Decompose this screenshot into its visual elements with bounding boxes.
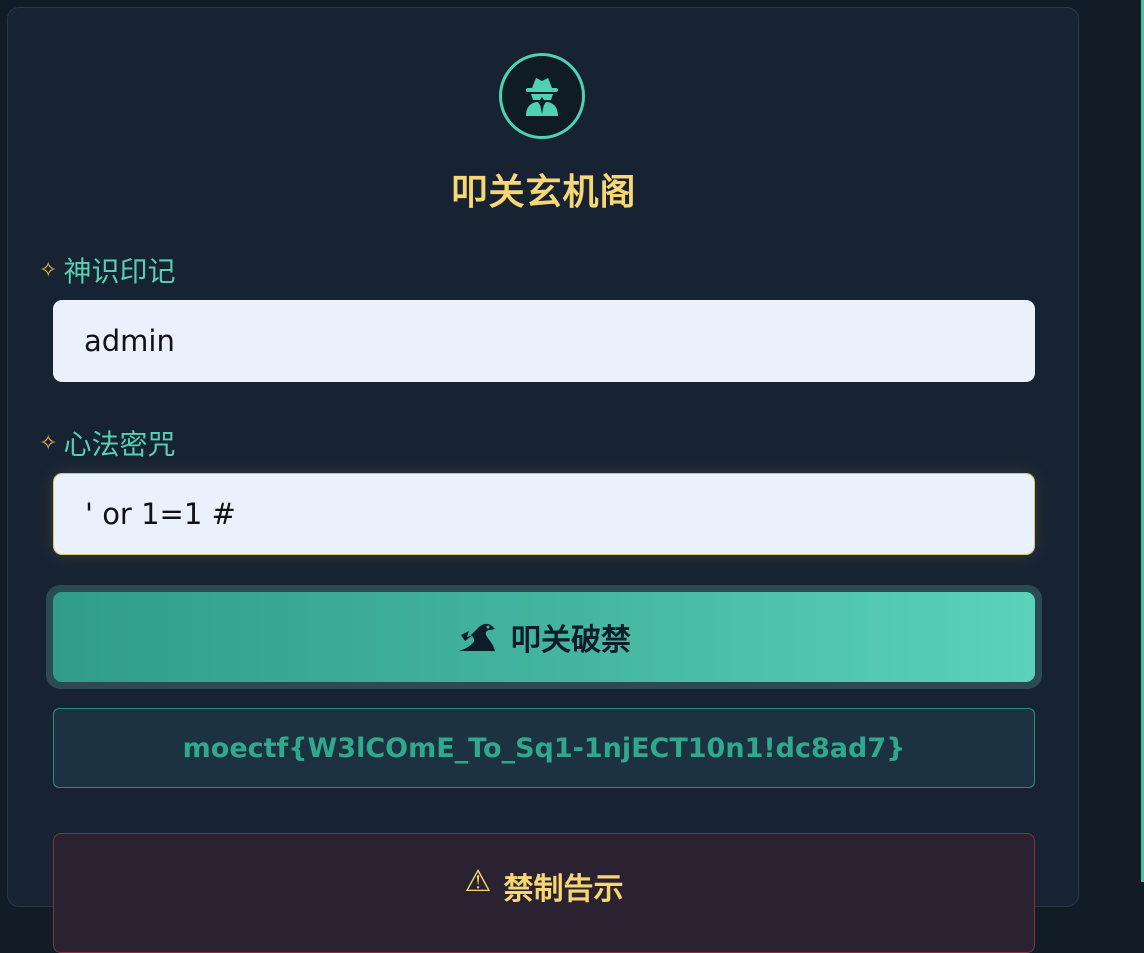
submit-button-ring: 叩关破禁 [46, 585, 1042, 689]
username-field[interactable]: admin [53, 300, 1035, 382]
password-field[interactable]: ' or 1=1 # [53, 473, 1035, 555]
warning-icon: ⚠ [464, 864, 492, 899]
username-label: ✧ 神识印记 [39, 250, 175, 290]
result-message: moectf{W3lCOmE_To_Sq1-1njECT10n1!dc8ad7} [53, 708, 1035, 788]
login-panel: 叩关玄机阁 ✧ 神识印记 admin ✧ 心法密咒 ' or 1=1 # 叩关破… [7, 7, 1079, 953]
password-label: ✧ 心法密咒 [39, 423, 175, 463]
warning-title: 禁制告示 [503, 872, 624, 907]
sparkle-icon: ✧ [39, 257, 58, 283]
warning-panel: ⚠ 禁制告示 [53, 833, 1035, 953]
password-label-text: 心法密咒 [63, 428, 176, 461]
username-label-text: 神识印记 [63, 255, 176, 288]
spy-icon [499, 53, 585, 139]
submit-button-label: 叩关破禁 [511, 623, 631, 658]
sparkle-icon: ✧ [39, 430, 58, 456]
submit-button[interactable]: 叩关破禁 [53, 592, 1035, 682]
dragon-icon [459, 623, 495, 651]
page-title: 叩关玄机阁 [451, 172, 637, 213]
